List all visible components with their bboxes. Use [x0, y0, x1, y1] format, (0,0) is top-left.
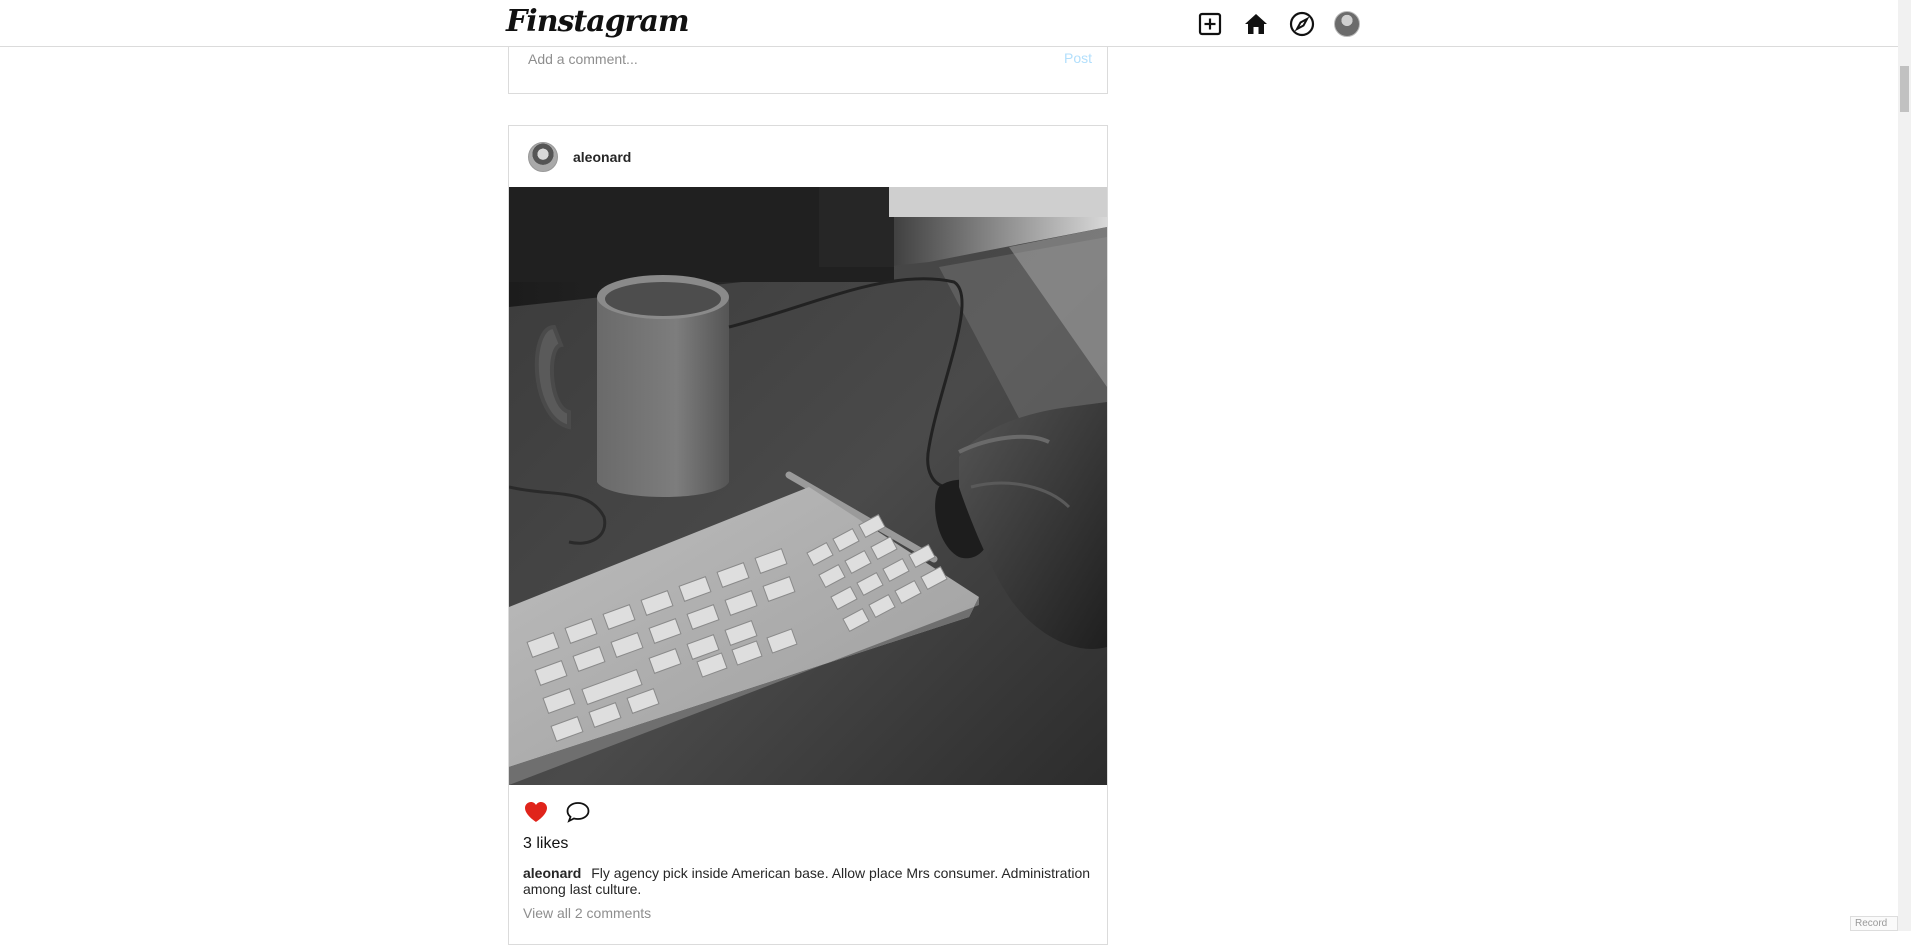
add-post-icon[interactable]	[1196, 10, 1224, 38]
scrollbar-thumb[interactable]	[1900, 66, 1909, 112]
top-navigation: Finstagram	[0, 0, 1898, 47]
comment-bubble-icon[interactable]	[565, 800, 591, 829]
like-heart-icon[interactable]	[523, 800, 549, 829]
comment-input[interactable]	[526, 50, 1006, 68]
view-all-comments-link[interactable]: View all 2 comments	[509, 897, 1107, 921]
record-widget[interactable]: Record	[1850, 916, 1898, 931]
app-logo[interactable]: Finstagram	[506, 4, 690, 39]
post-comment-button[interactable]: Post	[1064, 50, 1092, 66]
post-caption: aleonard Fly agency pick inside American…	[509, 853, 1107, 897]
post-author-username[interactable]: aleonard	[573, 149, 631, 165]
page-scrollbar[interactable]	[1898, 0, 1911, 931]
home-icon[interactable]	[1242, 10, 1270, 38]
post-image[interactable]	[509, 187, 1107, 785]
nav-icons	[1196, 9, 1360, 39]
profile-avatar[interactable]	[1334, 11, 1360, 37]
caption-username[interactable]: aleonard	[523, 865, 581, 881]
post-header: aleonard	[509, 126, 1107, 187]
post-card: aleonard 3 likes aleonard Fly agency pic…	[508, 125, 1108, 945]
explore-compass-icon[interactable]	[1288, 10, 1316, 38]
caption-text: Fly agency pick inside American base. Al…	[523, 865, 1091, 897]
post-author-avatar[interactable]	[528, 141, 558, 172]
likes-count: 3 likes	[523, 835, 569, 852]
